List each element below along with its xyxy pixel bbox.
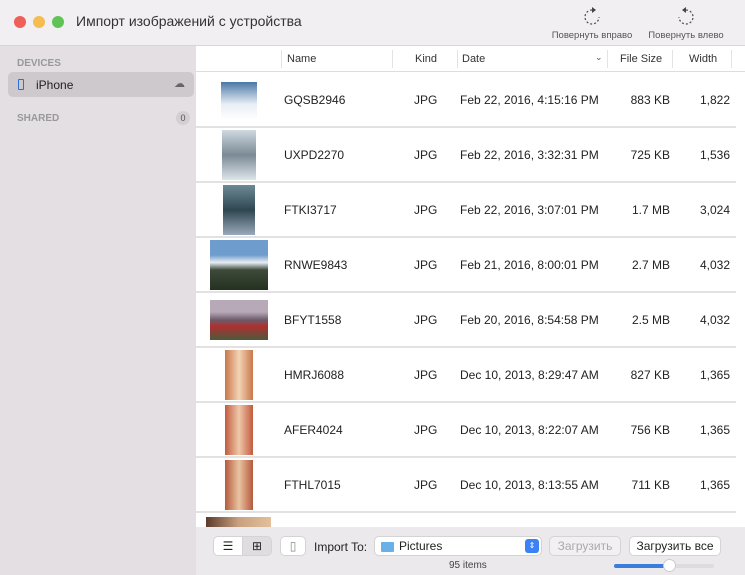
cell-date: Dec 10, 2013, 8:13:55 AM <box>460 478 599 492</box>
cell-size: 725 KB <box>630 148 670 162</box>
cell-width: 1,822 <box>699 93 730 107</box>
cell-size: 2.7 MB <box>631 258 670 272</box>
table-row[interactable]: GQSB2946 JPG Feb 22, 2016, 4:15:16 PM 88… <box>196 73 736 128</box>
thumbnail <box>225 460 253 510</box>
cell-name: BFYT1558 <box>284 313 342 327</box>
cell-name: GQSB2946 <box>284 93 346 107</box>
cell-width: 1,536 <box>699 148 730 162</box>
column-date[interactable]: Date <box>462 53 485 65</box>
sidebar-item-iphone[interactable]: iPhone ☁ <box>8 72 194 97</box>
cell-date: Feb 21, 2016, 8:00:01 PM <box>460 258 599 272</box>
close-button[interactable] <box>14 16 26 28</box>
cell-width: 1,365 <box>699 478 730 492</box>
rotate-left-icon <box>678 7 694 25</box>
import-to-label: Import To: <box>314 540 368 554</box>
cloud-icon: ☁ <box>174 78 185 90</box>
thumbnail <box>223 185 255 235</box>
rotate-right-icon <box>584 7 600 25</box>
scrollbar[interactable] <box>737 73 743 523</box>
cell-size: 756 KB <box>630 423 670 437</box>
shared-header: SHARED <box>17 113 60 124</box>
sort-chevron-icon: ⌄ <box>595 52 603 62</box>
shared-count-badge: 0 <box>176 111 190 125</box>
cell-size: 1.7 MB <box>631 203 670 217</box>
folder-icon <box>381 542 394 552</box>
phone-icon <box>18 79 24 90</box>
cell-width: 1,365 <box>699 423 730 437</box>
import-button[interactable]: Загрузить <box>549 536 621 556</box>
zoom-button[interactable] <box>52 16 64 28</box>
cell-name: AFER4024 <box>284 423 343 437</box>
thumbnail <box>222 130 256 180</box>
table-row[interactable] <box>196 513 736 527</box>
column-name[interactable]: Name <box>287 53 316 65</box>
bottom-bar: ☰ ⊞ ▯ Import To: Pictures ⇕ Загрузить За… <box>196 527 745 575</box>
thumbnail <box>225 350 253 400</box>
rotate-left-button[interactable]: Повернуть влево <box>644 6 728 41</box>
cell-size: 711 KB <box>631 478 670 492</box>
thumbnail <box>225 405 253 455</box>
cell-name: RNWE9843 <box>284 258 348 272</box>
cell-kind: JPG <box>414 368 438 382</box>
list-view-button[interactable]: ☰ <box>213 536 243 556</box>
thumbnail <box>210 240 268 290</box>
rotate-device-button[interactable]: ▯ <box>280 536 306 556</box>
image-table: Name Kind Date ⌄ File Size Width GQSB294… <box>196 46 745 527</box>
cell-width: 3,024 <box>699 203 730 217</box>
column-kind[interactable]: Kind <box>415 53 437 65</box>
cell-date: Feb 22, 2016, 4:15:16 PM <box>460 93 599 107</box>
cell-kind: JPG <box>414 148 438 162</box>
cell-date: Feb 20, 2016, 8:54:58 PM <box>460 313 599 327</box>
slider-knob[interactable] <box>663 559 676 572</box>
cell-width: 4,032 <box>699 258 730 272</box>
cell-name: FTHL7015 <box>284 478 341 492</box>
column-width[interactable]: Width <box>689 53 717 65</box>
cell-size: 827 KB <box>630 368 670 382</box>
cell-width: 4,032 <box>699 313 730 327</box>
thumbnail <box>210 300 268 340</box>
thumbnail <box>206 517 271 527</box>
select-chevron-icon: ⇕ <box>525 539 539 553</box>
devices-header: DEVICES <box>17 58 61 69</box>
cell-date: Feb 22, 2016, 3:07:01 PM <box>460 203 599 217</box>
table-row[interactable]: FTHL7015 JPG Dec 10, 2013, 8:13:55 AM 71… <box>196 458 736 513</box>
cell-date: Dec 10, 2013, 8:22:07 AM <box>460 423 599 437</box>
table-row[interactable]: HMRJ6088 JPG Dec 10, 2013, 8:29:47 AM 82… <box>196 348 736 403</box>
table-row[interactable]: BFYT1558 JPG Feb 20, 2016, 8:54:58 PM 2.… <box>196 293 736 348</box>
column-file-size[interactable]: File Size <box>620 53 662 65</box>
table-row[interactable]: AFER4024 JPG Dec 10, 2013, 8:22:07 AM 75… <box>196 403 736 458</box>
destination-select[interactable]: Pictures ⇕ <box>374 536 542 556</box>
item-count: 95 items <box>449 560 487 571</box>
grid-view-button[interactable]: ⊞ <box>242 536 272 556</box>
cell-width: 1,365 <box>699 368 730 382</box>
rotate-right-button[interactable]: Повернуть вправо <box>548 6 636 41</box>
table-row[interactable]: FTKI3717 JPG Feb 22, 2016, 3:07:01 PM 1.… <box>196 183 736 238</box>
cell-name: UXPD2270 <box>284 148 345 162</box>
cell-kind: JPG <box>414 93 438 107</box>
cell-size: 2.5 MB <box>631 313 670 327</box>
table-row[interactable]: RNWE9843 JPG Feb 21, 2016, 8:00:01 PM 2.… <box>196 238 736 293</box>
cell-name: HMRJ6088 <box>284 368 345 382</box>
sidebar: DEVICES iPhone ☁ SHARED 0 <box>0 46 196 575</box>
cell-date: Feb 22, 2016, 3:32:31 PM <box>460 148 599 162</box>
cell-name: FTKI3717 <box>284 203 337 217</box>
cell-size: 883 KB <box>630 93 670 107</box>
thumbnail <box>221 81 257 119</box>
table-row[interactable]: UXPD2270 JPG Feb 22, 2016, 3:32:31 PM 72… <box>196 128 736 183</box>
cell-kind: JPG <box>414 478 438 492</box>
title-bar: Импорт изображений с устройства Повернут… <box>0 0 745 46</box>
import-all-button[interactable]: Загрузить все <box>629 536 721 556</box>
cell-kind: JPG <box>414 203 438 217</box>
cell-kind: JPG <box>414 313 438 327</box>
cell-date: Dec 10, 2013, 8:29:47 AM <box>460 368 599 382</box>
window-title: Импорт изображений с устройства <box>76 13 302 29</box>
device-label: iPhone <box>36 78 74 92</box>
table-header: Name Kind Date ⌄ File Size Width <box>196 46 745 72</box>
minimize-button[interactable] <box>33 16 45 28</box>
cell-kind: JPG <box>414 258 438 272</box>
thumbnail-size-slider[interactable] <box>614 559 714 572</box>
cell-kind: JPG <box>414 423 438 437</box>
